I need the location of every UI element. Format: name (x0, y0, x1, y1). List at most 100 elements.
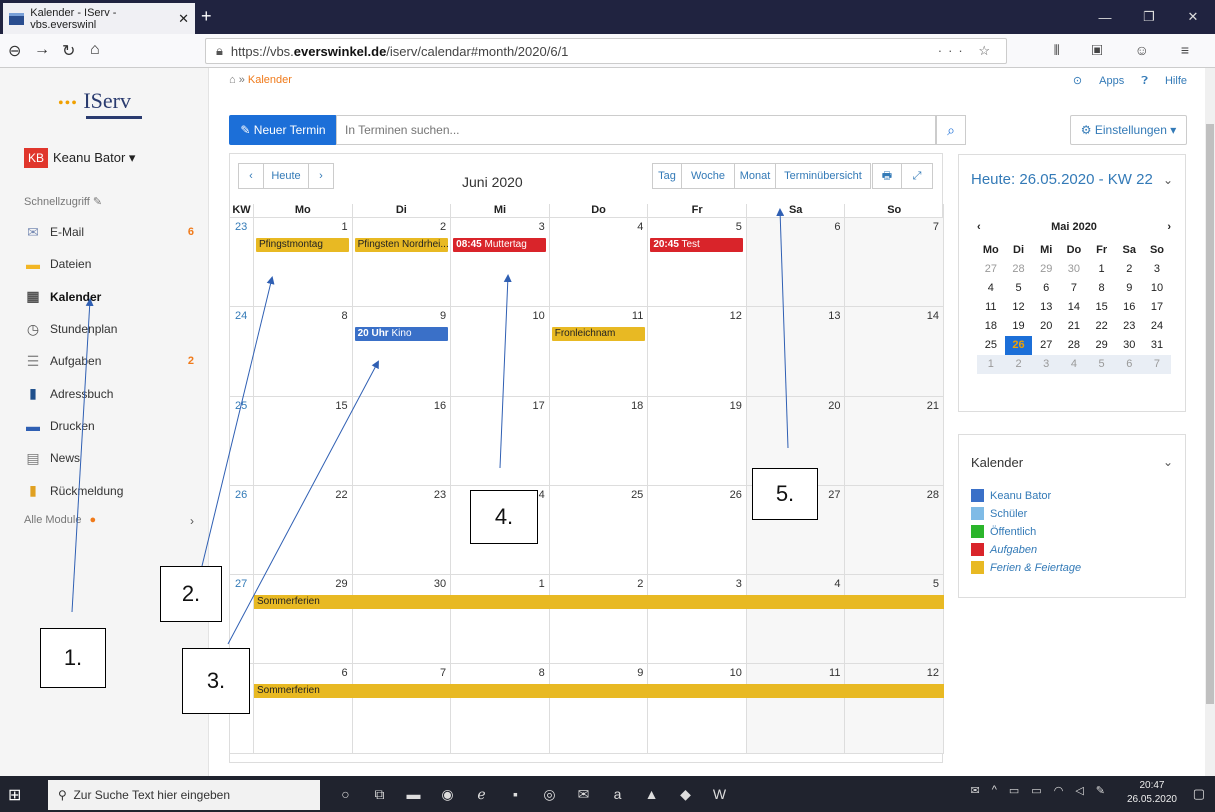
help-link[interactable]: ❓︎ Hilfe (1141, 75, 1187, 87)
mini-day[interactable]: 20 (1032, 317, 1060, 336)
task-view-icon[interactable]: ⧉ (364, 782, 395, 806)
mini-day[interactable]: 30 (1060, 260, 1088, 279)
day-cell[interactable]: 2 (550, 575, 649, 664)
day-cell[interactable]: 4 (746, 575, 846, 664)
mini-day[interactable]: 30 (1115, 336, 1143, 355)
taskbar-search[interactable]: ⚲ Zur Suche Text hier eingeben (48, 780, 320, 810)
week-number[interactable]: 23 (230, 218, 254, 307)
day-cell[interactable]: 23 (353, 485, 452, 575)
mini-day[interactable]: 10 (1143, 279, 1171, 298)
mini-day[interactable]: 22 (1088, 317, 1116, 336)
day-cell[interactable]: 17 (451, 396, 550, 485)
mini-day[interactable]: 18 (977, 317, 1005, 336)
wifi-icon[interactable]: ◠ (1054, 784, 1064, 797)
mini-day[interactable]: 4 (1060, 355, 1088, 374)
all-modules[interactable]: Alle Module ● › (24, 514, 194, 528)
mini-day[interactable]: 1 (977, 355, 1005, 374)
day-cell[interactable]: 13 (746, 307, 846, 396)
battery-icon[interactable]: ▭ (1031, 784, 1041, 797)
mini-day[interactable]: 9 (1115, 279, 1143, 298)
mini-day[interactable]: 14 (1060, 298, 1088, 317)
day-cell[interactable]: 25 (550, 485, 649, 575)
day-cell[interactable]: 9 20 Uhr Kino (353, 307, 452, 396)
day-cell[interactable]: 29 (254, 575, 353, 664)
mini-day[interactable]: 16 (1115, 298, 1143, 317)
mini-day[interactable]: 17 (1143, 298, 1171, 317)
mini-day[interactable]: 8 (1088, 279, 1116, 298)
mini-day[interactable]: 4 (977, 279, 1005, 298)
day-cell[interactable]: 11 Fronleichnam (550, 307, 649, 396)
mini-day[interactable]: 29 (1032, 260, 1060, 279)
event-sommerferien[interactable]: Sommerferien (254, 684, 944, 699)
notification-icon[interactable]: ▢ (1193, 786, 1205, 802)
user-menu[interactable]: KB Keanu Bator ▾ (24, 148, 135, 168)
restore-icon[interactable]: ❐ (1127, 0, 1171, 34)
app-icon[interactable]: ▲ (636, 782, 667, 806)
mini-day[interactable]: 7 (1143, 355, 1171, 374)
calendar-item[interactable]: Öffentlich (971, 525, 1036, 538)
next-month-button[interactable]: › (308, 163, 334, 189)
mini-day[interactable]: 3 (1032, 355, 1060, 374)
chrome-icon[interactable]: ◎ (534, 782, 565, 806)
sidebar-item-stundenplan[interactable]: ◷ Stundenplan (24, 313, 194, 345)
taskbar-clock[interactable]: 20:47 26.05.2020 (1127, 779, 1177, 807)
calendar-item[interactable]: Keanu Bator (971, 489, 1051, 502)
event-kino[interactable]: 20 Uhr Kino (354, 327, 448, 342)
day-cell[interactable]: 11 (746, 664, 846, 753)
edge-icon[interactable]: ℯ (466, 782, 497, 806)
day-cell[interactable]: 5 20:45 Test (648, 218, 747, 307)
back-icon[interactable]: ⊖ (8, 41, 21, 61)
url-bar[interactable]: 🔒︎ https://vbs. everswinkel.de/iserv/cale… (205, 38, 1007, 64)
event-muttertag[interactable]: 08:45 Muttertag (453, 238, 547, 252)
firefox-icon[interactable]: ◉ (432, 782, 463, 806)
mini-day[interactable]: 24 (1143, 317, 1171, 336)
close-window-icon[interactable]: ✕ (1171, 0, 1215, 34)
settings-button[interactable]: ⚙ Einstellungen ▾ (1070, 115, 1187, 145)
day-cell[interactable]: 14 (845, 307, 945, 396)
new-tab-icon[interactable]: + (201, 6, 212, 27)
mini-day[interactable]: 21 (1060, 317, 1088, 336)
mini-day[interactable]: 23 (1115, 317, 1143, 336)
tab-close-icon[interactable]: ✕ (178, 11, 189, 27)
search-button[interactable]: ⌕ (936, 115, 966, 145)
day-cell[interactable]: 30 (353, 575, 452, 664)
day-cell[interactable]: 10 (451, 307, 550, 396)
volume-icon[interactable]: ◁ (1075, 784, 1083, 797)
url-actions-icon[interactable]: ··· ☆ (938, 43, 996, 59)
chevron-down-icon[interactable]: ⌄ (1163, 455, 1173, 469)
print-icon[interactable]: 🖶︎ (872, 163, 902, 189)
mini-day[interactable]: 28 (1060, 336, 1088, 355)
mini-day[interactable]: 28 (1005, 260, 1033, 279)
mini-day[interactable]: 27 (1032, 336, 1060, 355)
day-cell[interactable]: 15 (254, 396, 353, 485)
view-day-button[interactable]: Tag (652, 163, 682, 189)
cortana-icon[interactable]: ○ (330, 782, 361, 806)
view-week-button[interactable]: Woche (681, 163, 735, 189)
home-icon[interactable]: ⌂ (90, 41, 100, 59)
mini-day[interactable]: 25 (977, 336, 1005, 355)
calendar-item[interactable]: Schüler (971, 507, 1027, 520)
mini-day[interactable]: 31 (1143, 336, 1171, 355)
event-sommerferien[interactable]: Sommerferien (254, 595, 944, 610)
browser-toolbar-icons[interactable]: ⫴ ▣ ☺ ≡ (1054, 42, 1203, 59)
mini-day[interactable]: 12 (1005, 298, 1033, 317)
day-cell[interactable]: 22 (254, 485, 353, 575)
chevron-up-icon[interactable]: ^ (992, 784, 997, 797)
event-search-input[interactable] (336, 115, 936, 145)
mini-prev-icon[interactable]: ‹ (977, 221, 981, 233)
day-cell[interactable]: 4 (550, 218, 649, 307)
sidebar-item-dateien[interactable]: ▬ Dateien (24, 248, 194, 280)
tray-icon[interactable]: ▭ (1009, 784, 1019, 797)
explorer-icon[interactable]: ▬ (398, 782, 429, 806)
mini-day[interactable]: 3 (1143, 260, 1171, 279)
amazon-icon[interactable]: a (602, 782, 633, 806)
mini-day[interactable]: 27 (977, 260, 1005, 279)
day-cell[interactable]: 21 (845, 396, 945, 485)
week-number[interactable]: 25 (230, 396, 254, 485)
mini-day[interactable]: 5 (1005, 279, 1033, 298)
day-cell[interactable]: 5 (845, 575, 945, 664)
week-number[interactable]: 24 (230, 307, 254, 396)
calendar-item[interactable]: Ferien & Feiertage (971, 561, 1081, 574)
mini-day[interactable]: 13 (1032, 298, 1060, 317)
day-cell[interactable]: 26 (648, 485, 747, 575)
